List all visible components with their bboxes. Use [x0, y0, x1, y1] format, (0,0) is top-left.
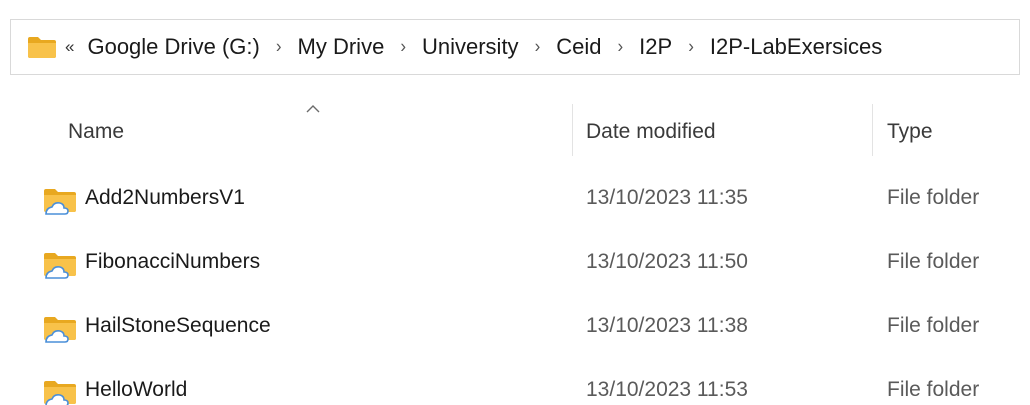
cloud-folder-icon — [44, 253, 76, 279]
file-name: FibonacciNumbers — [85, 250, 261, 273]
breadcrumb-i2p[interactable]: I2P — [639, 34, 672, 60]
list-item[interactable]: Add2NumbersV1 13/10/2023 11:35 File fold… — [0, 173, 1030, 223]
address-bar[interactable]: « Google Drive (G:) › My Drive › Univers… — [10, 19, 1020, 75]
file-name: HelloWorld — [85, 378, 188, 401]
date-modified: 13/10/2023 11:35 — [586, 186, 748, 209]
date-modified: 13/10/2023 11:38 — [586, 314, 748, 337]
file-explorer-window: « Google Drive (G:) › My Drive › Univers… — [0, 0, 1030, 405]
file-type: File folder — [887, 378, 980, 401]
column-resize-handle[interactable] — [872, 104, 873, 156]
file-name: Add2NumbersV1 — [85, 186, 245, 209]
cloud-folder-icon — [44, 381, 76, 405]
breadcrumb-ceid[interactable]: Ceid — [556, 34, 601, 60]
breadcrumb-overflow-button[interactable]: « — [65, 37, 75, 57]
file-type: File folder — [887, 250, 980, 273]
list-item[interactable]: HailStoneSequence 13/10/2023 11:38 File … — [0, 301, 1030, 351]
column-resize-handle[interactable] — [572, 104, 573, 156]
column-header-type[interactable]: Type — [887, 120, 933, 144]
cloud-folder-icon — [44, 189, 76, 215]
cloud-folder-icon — [44, 317, 76, 343]
file-type: File folder — [887, 186, 980, 209]
list-item[interactable]: HelloWorld 13/10/2023 11:53 File folder — [0, 365, 1030, 405]
breadcrumb-separator-icon[interactable]: › — [400, 36, 406, 58]
breadcrumb-my-drive[interactable]: My Drive — [298, 34, 385, 60]
file-name: HailStoneSequence — [85, 314, 271, 337]
breadcrumb-separator-icon[interactable]: › — [276, 36, 282, 58]
sort-ascending-icon — [306, 105, 320, 113]
column-header-row: Name Date modified Type — [0, 98, 1030, 158]
column-header-date-modified[interactable]: Date modified — [586, 120, 716, 144]
list-item[interactable]: FibonacciNumbers 13/10/2023 11:50 File f… — [0, 237, 1030, 287]
date-modified: 13/10/2023 11:50 — [586, 250, 748, 273]
file-type: File folder — [887, 314, 980, 337]
breadcrumb-university[interactable]: University — [422, 34, 519, 60]
breadcrumb-separator-icon[interactable]: › — [617, 36, 623, 58]
breadcrumb-google-drive[interactable]: Google Drive (G:) — [87, 34, 259, 60]
column-header-name[interactable]: Name — [68, 120, 124, 144]
date-modified: 13/10/2023 11:53 — [586, 378, 748, 401]
folder-icon — [28, 37, 56, 58]
breadcrumb-separator-icon[interactable]: › — [535, 36, 541, 58]
breadcrumb-separator-icon[interactable]: › — [688, 36, 694, 58]
breadcrumb-i2p-labexersices[interactable]: I2P-LabExersices — [710, 34, 882, 60]
